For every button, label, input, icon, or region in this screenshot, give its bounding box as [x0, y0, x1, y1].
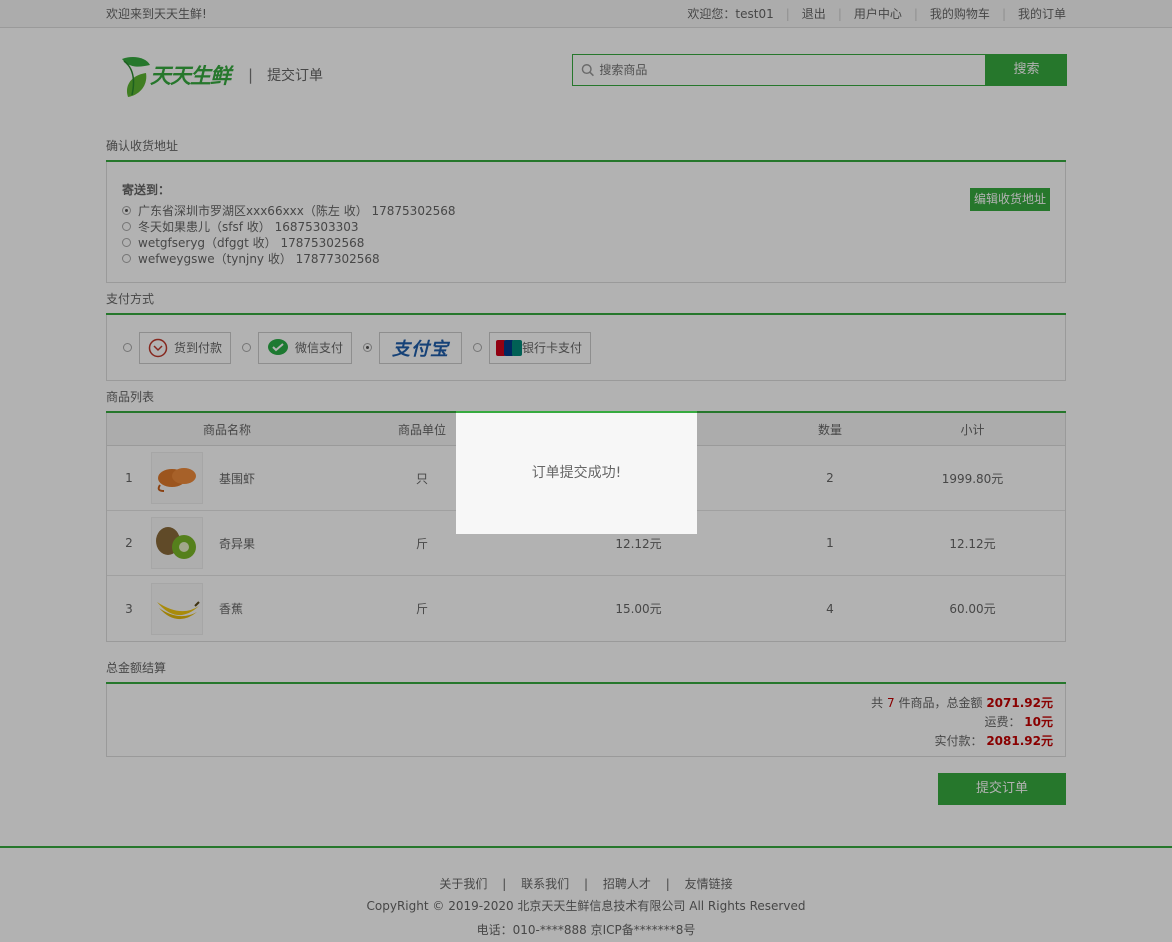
popup-message: 订单提交成功!: [531, 465, 622, 481]
order-success-popup: 订单提交成功!: [456, 411, 697, 534]
